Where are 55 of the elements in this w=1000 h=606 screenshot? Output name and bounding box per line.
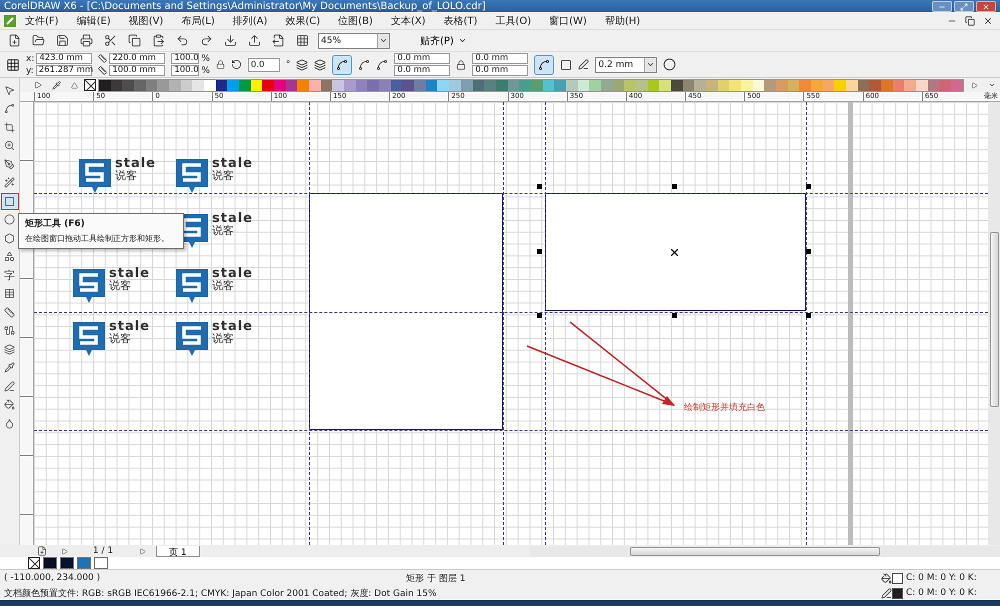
logo-wordmark: stale (212, 268, 253, 280)
menu-item[interactable]: 工具(O) (486, 14, 540, 28)
percent-label: % (201, 54, 210, 64)
snap-dropdown[interactable]: 贴齐(P) (418, 34, 469, 48)
annotation-text: 绘制矩形并填充白色 (684, 402, 765, 414)
zoom-level-dropdown[interactable]: 45% (318, 32, 390, 48)
logo-subtitle: 说客 (212, 225, 235, 237)
logo-wordmark: stale (212, 213, 253, 225)
rotation-field[interactable]: 0.0 (248, 58, 280, 72)
logo-subtitle: 说客 (115, 170, 138, 182)
logo-subtitle: 说客 (109, 280, 132, 292)
scale-x-field[interactable]: 100.0 (171, 53, 200, 64)
logo-wordmark: stale (212, 158, 253, 170)
menu-item[interactable]: 帮助(H) (596, 14, 650, 28)
cursor-coordinates: ( -110.000, 234.000 ) (4, 573, 100, 583)
corner-radius-field[interactable]: 0.0 mm (394, 65, 450, 76)
logo-subtitle: 说客 (212, 280, 235, 292)
window-title: CorelDRAW X6 - [C:\Documents and Settings\Administrator\My Documents\Backup_of_LOLO.cdr] (4, 1, 486, 12)
page-tab[interactable]: 页 1 (156, 546, 200, 556)
corner-radius-field[interactable]: 0.0 mm (394, 53, 450, 64)
x-position-field[interactable]: 423.0 mm (36, 53, 92, 64)
menu-item[interactable]: 表格(T) (434, 14, 486, 28)
menu-item[interactable]: 布局(L) (172, 14, 224, 28)
menu-item[interactable]: 编辑(E) (68, 14, 120, 28)
corner-radius-field[interactable]: 0.0 mm (472, 65, 528, 76)
logo-wordmark: stale (109, 268, 150, 280)
selection-info: 矩形 于 图层 1 (406, 572, 466, 584)
y-label: y: (26, 66, 34, 76)
text-tool[interactable]: 字 (0, 267, 18, 284)
logo-subtitle: 说客 (212, 170, 235, 182)
fill-color-values: C: 0 M: 0 Y: 0 K: (906, 573, 978, 583)
width-field[interactable]: 220.0 mm (109, 53, 166, 64)
logo-subtitle: 说客 (212, 333, 235, 345)
degree-label: ° (286, 60, 290, 70)
logo-wordmark: stale (109, 321, 150, 333)
outline-color-values: C: 0 M: 0 Y: 0 K: (906, 588, 978, 598)
menu-item[interactable]: 排列(A) (224, 14, 276, 28)
menu-item[interactable]: 效果(C) (276, 14, 330, 28)
page-counter: 1 / 1 (92, 546, 114, 556)
menu-item[interactable]: 文件(F) (16, 14, 68, 28)
menu-item[interactable]: 视图(V) (120, 14, 172, 28)
corner-radius-field[interactable]: 0.0 mm (472, 53, 528, 64)
y-position-field[interactable]: 261.287 mm (36, 65, 92, 76)
menu-item[interactable]: 文本(X) (382, 14, 434, 28)
outline-width-dropdown[interactable]: 0.2 mm (595, 56, 658, 72)
logo-wordmark: stale (212, 321, 253, 333)
x-label: x: (26, 54, 34, 64)
menu-item[interactable]: 位图(B) (329, 14, 382, 28)
menu-item[interactable]: 窗口(W) (540, 14, 596, 28)
color-profile-text: 文档颜色预置文件: RGB: sRGB IEC61966-2.1; CMYK: Japan Color 2001 Coated; 灰度: Dot Gain 15% (4, 588, 437, 600)
scale-y-field[interactable]: 100.0 (171, 65, 200, 76)
logo-subtitle: 说客 (109, 333, 132, 345)
percent-label: % (201, 66, 210, 76)
logo-wordmark: stale (115, 158, 156, 170)
height-field[interactable]: 100.0 mm (109, 65, 166, 76)
